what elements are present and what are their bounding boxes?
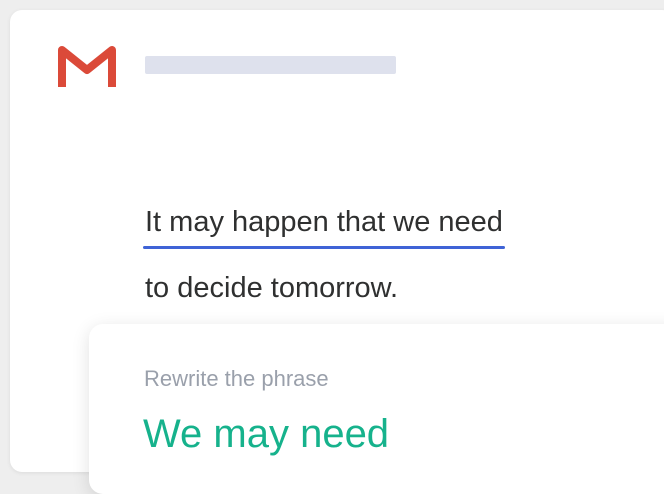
suggestion-label: Rewrite the phrase — [144, 366, 329, 391]
suggestion-text[interactable]: We may need — [143, 410, 389, 458]
email-body-continuation: to decide tomorrow. — [145, 272, 399, 304]
highlighted-phrase[interactable]: It may happen that we need — [143, 190, 505, 256]
subject-placeholder-bar — [145, 56, 396, 74]
highlighted-phrase-text: It may happen that we need — [145, 206, 503, 238]
phrase-underline — [143, 246, 505, 249]
rewrite-suggestion-card[interactable]: Rewrite the phrase We may need — [89, 324, 664, 494]
gmail-icon — [58, 46, 116, 87]
email-body-text: It may happen that we need to decide tom… — [143, 190, 505, 320]
